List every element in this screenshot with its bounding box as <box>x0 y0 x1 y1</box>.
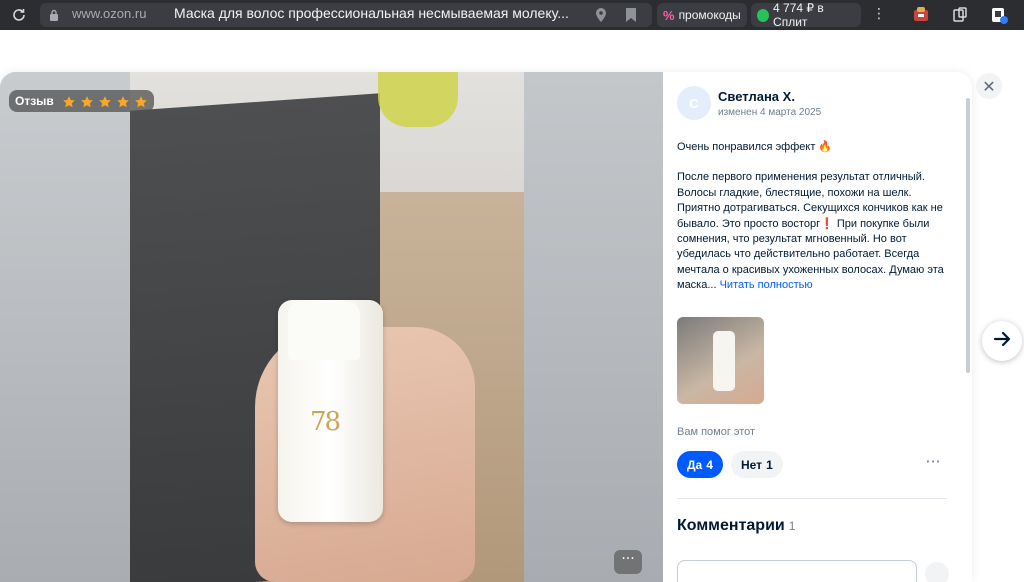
promo-codes-button[interactable]: % промокоды <box>657 3 747 27</box>
photo-blur-right <box>524 72 663 582</box>
browser-toolbar: www.ozon.ru Маска для волос профессионал… <box>0 0 1024 30</box>
review-rating-badge: Отзыв <box>9 90 154 112</box>
photo-plant <box>378 72 458 127</box>
panel-scrollbar[interactable] <box>966 98 970 373</box>
review-more-button[interactable]: ··· <box>921 454 945 472</box>
yes-label: Да <box>687 457 703 472</box>
avatar: С <box>677 86 711 120</box>
review-headline: Очень понравился эффект 🔥 <box>677 141 833 153</box>
split-price-button[interactable]: 4 774 ₽ в Сплит <box>751 1 861 29</box>
helpful-label: Вам помог этот <box>677 426 756 438</box>
comments-title: Комментарии 1 <box>677 517 795 535</box>
comments-count: 1 <box>788 519 796 533</box>
helpful-yes-button[interactable]: Да 4 <box>677 451 723 478</box>
star-icon <box>116 94 130 108</box>
review-panel: С Светлана Х. изменен 4 марта 2025 Очень… <box>663 72 972 582</box>
close-icon: ✕ <box>982 76 996 96</box>
review-author[interactable]: Светлана Х. <box>718 89 795 104</box>
promo-codes-label: промокоды <box>678 8 741 22</box>
arrow-right-icon <box>992 329 1012 353</box>
split-icon <box>757 8 770 22</box>
url-text[interactable]: www.ozon.ru <box>72 6 146 21</box>
bottle-label: 78 <box>310 407 341 437</box>
extension-fox-icon[interactable] <box>912 6 930 24</box>
thumbnail-bottle <box>713 331 735 391</box>
no-count: 1 <box>766 457 773 472</box>
comments-label: Комментарии <box>677 517 785 534</box>
helpful-no-button[interactable]: Нет 1 <box>731 451 783 478</box>
review-body: После первого применения результат отлич… <box>677 171 944 292</box>
review-photo: 78 Отзыв ··· <box>0 72 663 582</box>
star-icon <box>62 94 76 108</box>
divider <box>677 498 947 499</box>
no-label: Нет <box>741 457 763 472</box>
photo-blur-left <box>0 72 130 582</box>
badge-label: Отзыв <box>15 94 54 108</box>
send-comment-button[interactable] <box>925 562 949 582</box>
review-modal: 78 Отзыв ··· С Светлана Х. изменен 4 мар… <box>0 72 972 582</box>
percent-icon: % <box>663 7 675 23</box>
profile-shield-icon[interactable] <box>990 6 1008 24</box>
review-text: Очень понравился эффект 🔥 После первого … <box>677 140 952 294</box>
star-icon <box>134 94 148 108</box>
star-icon <box>80 94 94 108</box>
photo-more-button[interactable]: ··· <box>614 550 642 574</box>
split-price-label: 4 774 ₽ в Сплит <box>773 1 824 29</box>
bottle-cap <box>288 302 360 360</box>
comment-input[interactable] <box>677 560 917 582</box>
reload-icon[interactable] <box>10 6 28 24</box>
read-more-link[interactable]: Читать полностью <box>720 279 813 291</box>
yes-count: 4 <box>706 457 713 472</box>
review-photo-thumbnail[interactable] <box>677 317 764 404</box>
location-pin-icon[interactable] <box>595 7 607 22</box>
page-title: Маска для волос профессиональная несмыва… <box>174 5 569 21</box>
next-review-button[interactable] <box>982 321 1022 361</box>
extensions-puzzle-icon[interactable] <box>951 6 969 24</box>
menu-kebab-icon[interactable]: ⋮ <box>872 6 886 22</box>
lock-icon[interactable] <box>49 6 59 21</box>
review-date: изменен 4 марта 2025 <box>718 107 822 118</box>
bookmark-icon[interactable] <box>625 7 637 22</box>
close-modal-button[interactable]: ✕ <box>976 73 1002 99</box>
star-icon <box>98 94 112 108</box>
